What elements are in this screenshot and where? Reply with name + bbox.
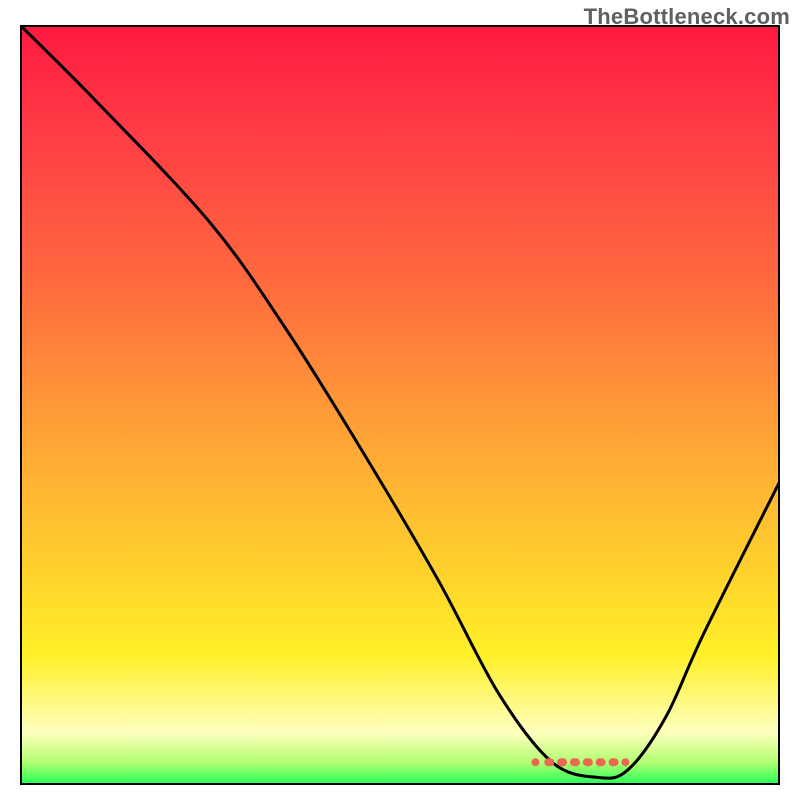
heat-gradient-background — [20, 25, 780, 785]
plot-area — [20, 25, 780, 785]
chart-container: TheBottleneck.com — [0, 0, 800, 800]
